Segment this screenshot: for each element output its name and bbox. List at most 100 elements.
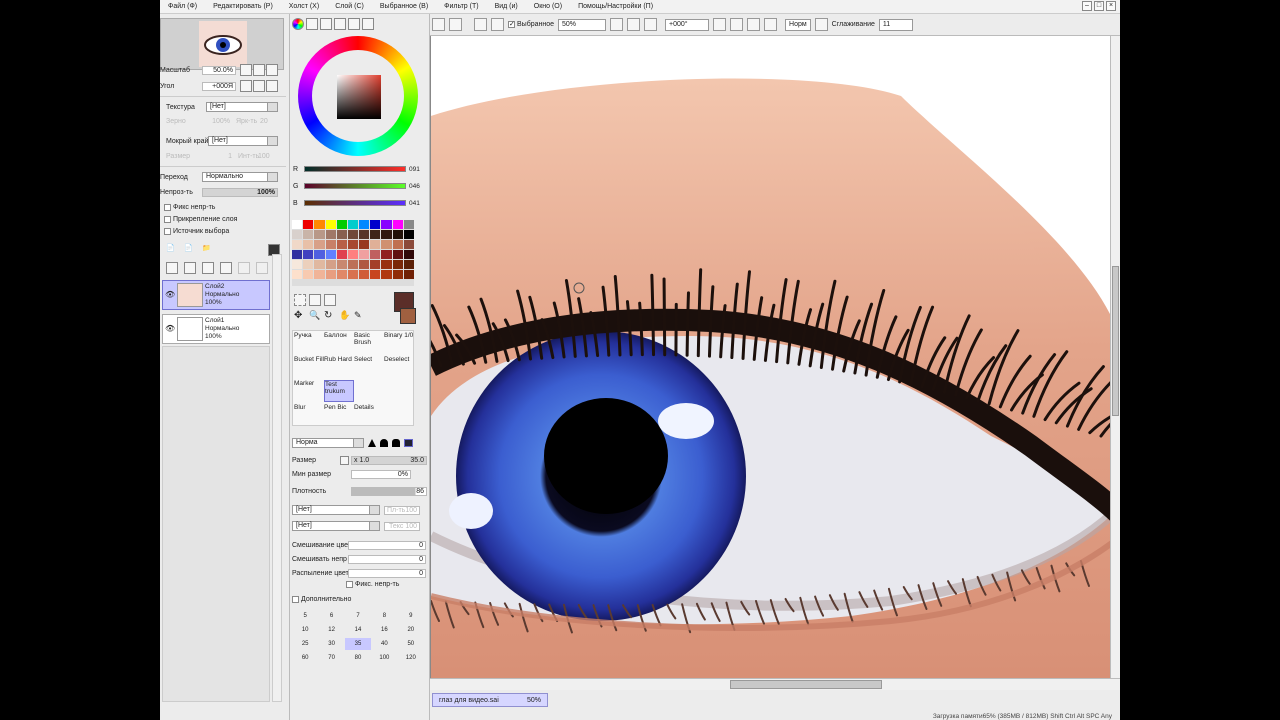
color-swatch[interactable] — [381, 230, 392, 239]
mix2-slider[interactable]: 0 — [348, 555, 426, 564]
menu-file[interactable]: Файл (Ф) — [160, 3, 205, 10]
check-clip-layer[interactable]: Прикрепление слоя — [164, 216, 237, 223]
brush-shape-strength[interactable]: Пл-ть100 — [384, 505, 420, 515]
color-swatch[interactable] — [303, 240, 314, 249]
color-swatch[interactable] — [336, 260, 347, 269]
brush-texture-strength[interactable]: Текс 100 — [384, 521, 420, 531]
clip-layer-checkbox[interactable] — [164, 216, 171, 223]
tool-bucket-fill[interactable]: Bucket Fill — [294, 356, 324, 378]
brush-size-preset[interactable]: 50 — [398, 638, 424, 650]
color-swatch[interactable] — [347, 270, 359, 279]
brush-edge-hard-icon[interactable] — [368, 439, 376, 447]
layer-extra2-icon[interactable] — [256, 262, 268, 274]
menu-help[interactable]: Помощь/Настройки (П) — [570, 3, 661, 10]
opacity-slider[interactable]: 100% — [202, 188, 278, 197]
horizontal-scrollbar[interactable] — [430, 678, 1120, 690]
new-linework-layer-icon[interactable]: 📄 — [184, 244, 196, 256]
zoom-out-icon[interactable] — [240, 64, 252, 76]
brush-lock-opacity-checkbox[interactable] — [346, 581, 353, 588]
menu-filter[interactable]: Фильтр (Т) — [436, 3, 486, 10]
brush-size-preset[interactable]: 14 — [345, 624, 371, 636]
color-swatch[interactable] — [392, 250, 403, 259]
maximize-button[interactable]: □ — [1094, 1, 1104, 11]
brush-size-preset[interactable]: 120 — [398, 652, 424, 664]
color-swatch[interactable] — [303, 270, 314, 279]
brush-mode-select[interactable]: Норма — [292, 438, 364, 448]
red-slider[interactable] — [304, 166, 406, 172]
extra-settings-row[interactable]: Дополнительно — [292, 596, 351, 603]
brush-size-preset[interactable]: 40 — [371, 638, 397, 650]
magic-wand-icon[interactable] — [324, 294, 336, 306]
deselect-icon[interactable] — [474, 18, 487, 31]
zoom-out-icon[interactable] — [610, 18, 624, 31]
color-swatch[interactable] — [347, 230, 359, 239]
navigator-preview[interactable] — [160, 18, 284, 70]
rotate-right-icon[interactable] — [253, 80, 265, 92]
brush-size-preset[interactable]: 7 — [345, 610, 371, 622]
color-swatch[interactable] — [325, 220, 336, 229]
color-swatch[interactable] — [359, 220, 370, 229]
swatches-tab-icon[interactable] — [348, 18, 360, 30]
check-selection-source[interactable]: Источник выбора — [164, 228, 229, 235]
stabilizer-icon[interactable] — [814, 18, 828, 31]
color-swatch[interactable] — [347, 240, 359, 249]
brush-shape-select[interactable]: [Нет] — [292, 505, 380, 515]
angle-value[interactable]: +000Я — [202, 81, 236, 91]
flip-icon[interactable] — [764, 18, 778, 31]
color-swatch[interactable] — [336, 240, 347, 249]
hsv-slider-tab-icon[interactable] — [320, 18, 332, 30]
color-swatch[interactable] — [314, 250, 325, 259]
selection-checkbox[interactable]: ✓ — [508, 21, 515, 28]
brush-size-preset[interactable]: 8 — [371, 610, 397, 622]
lock-opacity-checkbox[interactable] — [164, 204, 171, 211]
color-swatch[interactable] — [314, 220, 325, 229]
delete-layer-icon[interactable] — [220, 262, 232, 274]
size-mult-icon[interactable] — [340, 456, 349, 465]
blue-slider[interactable] — [304, 200, 406, 206]
tool-deselect[interactable]: Deselect — [384, 356, 414, 378]
brush-size-preset[interactable]: 6 — [318, 610, 344, 622]
zoom-in-icon[interactable] — [627, 18, 641, 31]
invert-selection-icon[interactable] — [491, 18, 504, 31]
color-swatch[interactable] — [381, 250, 392, 259]
stabilizer-mode[interactable]: Норм — [785, 18, 811, 31]
tool-binary-1-0[interactable]: Binary 1/0 — [384, 332, 414, 354]
color-swatch[interactable] — [292, 220, 303, 229]
color-swatch[interactable] — [392, 230, 403, 239]
color-swatch[interactable] — [347, 220, 359, 229]
tool-marker[interactable]: Marker — [294, 380, 324, 402]
brush-texture-select[interactable]: [Нет] — [292, 521, 380, 531]
color-swatch[interactable] — [336, 230, 347, 239]
brush-size-preset[interactable]: 70 — [318, 652, 344, 664]
rotate-left-icon[interactable] — [713, 18, 727, 31]
brush-size-preset[interactable]: 25 — [292, 638, 318, 650]
clear-layer-icon[interactable] — [202, 262, 214, 274]
menu-layer[interactable]: Слой (С) — [327, 3, 372, 10]
color-swatch[interactable] — [292, 260, 303, 269]
rotate-reset-icon[interactable] — [747, 18, 761, 31]
menu-selection[interactable]: Выбранное (В) — [372, 3, 436, 10]
color-swatch[interactable] — [392, 220, 403, 229]
eyedropper-icon[interactable]: ✎ — [354, 310, 366, 322]
color-swatch[interactable] — [325, 270, 336, 279]
brush-size-preset[interactable]: 12 — [318, 624, 344, 636]
size-slider[interactable]: x 1.0 35.0 — [351, 456, 427, 465]
color-swatch[interactable] — [381, 220, 392, 229]
undo-icon[interactable] — [432, 18, 445, 31]
tool-test-trukum[interactable]: Test trukum — [324, 380, 354, 402]
color-swatch-palette[interactable] — [292, 220, 414, 286]
green-slider[interactable] — [304, 183, 406, 189]
selection-source-checkbox[interactable] — [164, 228, 171, 235]
color-swatch[interactable] — [347, 250, 359, 259]
color-swatch[interactable] — [370, 250, 381, 259]
color-swatch[interactable] — [303, 230, 314, 239]
tool-empty-slot[interactable] — [384, 404, 414, 426]
tool-basic-brush[interactable]: Basic Brush — [354, 332, 384, 354]
tool-select[interactable]: Select — [354, 356, 384, 378]
brush-size-preset[interactable]: 16 — [371, 624, 397, 636]
check-lock-opacity[interactable]: Фикс непр-ть — [164, 204, 215, 211]
color-swatch[interactable] — [325, 260, 336, 269]
wet-edge-select[interactable]: [Нет] — [208, 136, 278, 146]
mix-slider[interactable]: 0 — [348, 541, 426, 550]
color-swatch[interactable] — [359, 270, 370, 279]
